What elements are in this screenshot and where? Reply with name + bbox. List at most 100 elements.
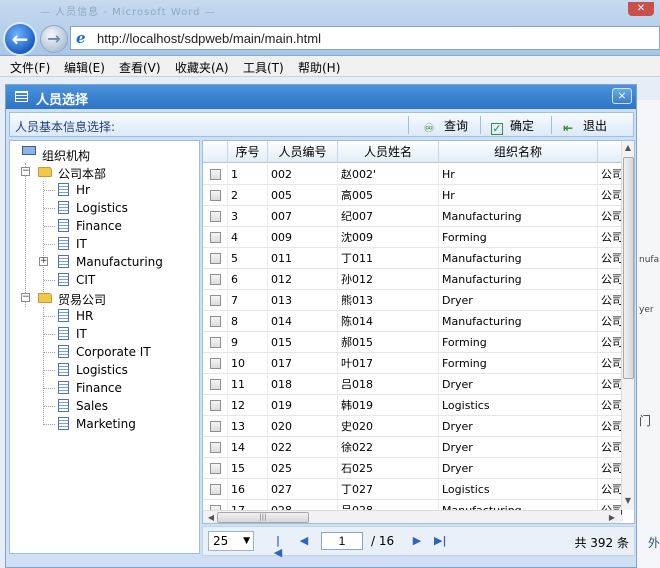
cell-index: 10 bbox=[228, 353, 268, 374]
row-checkbox[interactable] bbox=[210, 400, 221, 411]
table-row[interactable]: 2 005 高005 Hr 公司 bbox=[203, 185, 623, 206]
row-checkbox[interactable] bbox=[210, 484, 221, 495]
table-row[interactable]: 6 012 孙012 Manufacturing 公司 bbox=[203, 269, 623, 290]
row-checkbox[interactable] bbox=[210, 316, 221, 327]
cell-index: 4 bbox=[228, 227, 268, 248]
row-checkbox[interactable] bbox=[210, 190, 221, 201]
menu-tools[interactable]: 工具(T) bbox=[243, 59, 284, 76]
cell-index: 15 bbox=[228, 458, 268, 479]
table-row[interactable]: 10 017 叶017 Forming 公司 bbox=[203, 353, 623, 374]
cell-org-name: Forming bbox=[439, 227, 598, 248]
last-page-icon[interactable]: ▶| bbox=[434, 535, 446, 547]
row-checkbox[interactable] bbox=[210, 232, 221, 243]
table-row[interactable]: 1 002 赵002' Hr 公司 bbox=[203, 164, 623, 185]
table-row[interactable]: 9 015 郝015 Forming 公司 bbox=[203, 332, 623, 353]
first-page-icon[interactable]: |◀ bbox=[272, 535, 284, 559]
cell-extra: 公司 bbox=[598, 311, 623, 332]
row-checkbox[interactable] bbox=[210, 169, 221, 180]
row-checkbox[interactable] bbox=[210, 358, 221, 369]
table-row[interactable]: 16 027 丁027 Logistics 公司 bbox=[203, 479, 623, 500]
cell-extra: 公司 bbox=[598, 332, 623, 353]
dialog-titlebar[interactable]: 人员选择 × bbox=[6, 85, 636, 109]
scroll-down-icon[interactable]: ▼ bbox=[622, 496, 634, 505]
next-page-icon[interactable]: ▶ bbox=[411, 535, 423, 547]
table-row[interactable]: 12 019 韩019 Logistics 公司 bbox=[203, 395, 623, 416]
forward-button[interactable]: → bbox=[40, 25, 68, 53]
collapse-toggle[interactable]: − bbox=[21, 167, 30, 176]
scroll-right-icon[interactable]: ▶ bbox=[606, 513, 618, 522]
cell-org-name: Forming bbox=[439, 353, 598, 374]
vertical-scrollbar[interactable]: ▲ ▼ bbox=[621, 141, 634, 510]
table-row[interactable]: 11 018 吕018 Dryer 公司 bbox=[203, 374, 623, 395]
row-checkbox[interactable] bbox=[210, 421, 221, 432]
cell-person-name: 韩019 bbox=[338, 395, 439, 416]
header-extra[interactable] bbox=[598, 141, 623, 163]
table-row[interactable]: 8 014 陈014 Manufacturing 公司 bbox=[203, 311, 623, 332]
table-row[interactable]: 15 025 石025 Dryer 公司 bbox=[203, 458, 623, 479]
scroll-thumb[interactable] bbox=[623, 157, 634, 379]
cell-person-code: 025 bbox=[268, 458, 338, 479]
folder-open-icon bbox=[38, 167, 52, 177]
cell-person-name: 沈009 bbox=[338, 227, 439, 248]
cell-extra: 公司 bbox=[598, 458, 623, 479]
page-number-input[interactable]: 1 bbox=[321, 532, 363, 550]
toolbar-label: 人员基本信息选择: bbox=[15, 120, 116, 134]
scroll-thumb[interactable]: ||| bbox=[217, 512, 309, 523]
tree-line bbox=[44, 370, 55, 371]
page-size-select[interactable]: 25 ▼ bbox=[208, 531, 254, 551]
person-grid: 序号 人员编号 人员姓名 组织名称 1 002 赵002' Hr 公司 2 005 高005 H… bbox=[202, 140, 635, 524]
collapse-toggle[interactable]: − bbox=[21, 293, 30, 302]
cell-extra: 公司 bbox=[598, 479, 623, 500]
address-bar[interactable]: e http://localhost/sdpweb/main/main.html bbox=[70, 26, 660, 50]
prev-page-icon[interactable]: ◀ bbox=[298, 535, 310, 547]
tree-node-label: Manufacturing bbox=[76, 255, 163, 269]
menu-view[interactable]: 查看(V) bbox=[119, 59, 161, 76]
header-index[interactable]: 序号 bbox=[228, 141, 268, 163]
row-checkbox[interactable] bbox=[210, 337, 221, 348]
menu-edit[interactable]: 编辑(E) bbox=[64, 59, 105, 76]
table-row[interactable]: 5 011 丁011 Manufacturing 公司 bbox=[203, 248, 623, 269]
query-button[interactable]: ♾ 查询 bbox=[421, 117, 468, 135]
toolbar-divider bbox=[551, 116, 552, 134]
tree-node-label: IT bbox=[76, 237, 87, 251]
cell-person-code: 019 bbox=[268, 395, 338, 416]
cell-person-code: 017 bbox=[268, 353, 338, 374]
row-checkbox[interactable] bbox=[210, 295, 221, 306]
document-icon bbox=[58, 237, 69, 250]
table-row[interactable]: 14 022 徐022 Dryer 公司 bbox=[203, 437, 623, 458]
header-person-name[interactable]: 人员姓名 bbox=[338, 141, 439, 163]
header-select bbox=[203, 141, 228, 163]
row-checkbox[interactable] bbox=[210, 463, 221, 474]
document-icon bbox=[58, 327, 69, 340]
back-button[interactable]: ← bbox=[3, 22, 37, 56]
header-person-code[interactable]: 人员编号 bbox=[268, 141, 338, 163]
row-checkbox[interactable] bbox=[210, 253, 221, 264]
cell-org-name: Dryer bbox=[439, 437, 598, 458]
expand-toggle[interactable]: + bbox=[39, 257, 48, 266]
header-org-name[interactable]: 组织名称 bbox=[439, 141, 598, 163]
confirm-button[interactable]: ✓ 确定 bbox=[491, 117, 534, 135]
menu-help[interactable]: 帮助(H) bbox=[298, 59, 340, 76]
address-url[interactable]: http://localhost/sdpweb/main/main.html bbox=[97, 31, 321, 46]
table-row[interactable]: 13 020 史020 Dryer 公司 bbox=[203, 416, 623, 437]
window-close-button[interactable]: ✕ bbox=[628, 2, 654, 16]
cell-select bbox=[203, 395, 228, 416]
scroll-left-icon[interactable]: ◀ bbox=[205, 513, 217, 522]
row-checkbox[interactable] bbox=[210, 274, 221, 285]
exit-button[interactable]: ⇤ 退出 bbox=[560, 117, 607, 135]
table-row[interactable]: 7 013 熊013 Dryer 公司 bbox=[203, 290, 623, 311]
dialog-close-button[interactable]: × bbox=[612, 88, 632, 104]
menu-file[interactable]: 文件(F) bbox=[10, 59, 50, 76]
computer-icon bbox=[22, 146, 36, 155]
row-checkbox[interactable] bbox=[210, 442, 221, 453]
cell-index: 6 bbox=[228, 269, 268, 290]
cell-extra: 公司 bbox=[598, 248, 623, 269]
menu-favorites[interactable]: 收藏夹(A) bbox=[175, 59, 229, 76]
horizontal-scrollbar[interactable]: ◀ ||| ▶ bbox=[203, 510, 621, 523]
row-checkbox[interactable] bbox=[210, 211, 221, 222]
table-row[interactable]: 3 007 纪007 Manufacturing 公司 bbox=[203, 206, 623, 227]
cell-index: 8 bbox=[228, 311, 268, 332]
scroll-up-icon[interactable]: ▲ bbox=[622, 143, 634, 152]
table-row[interactable]: 4 009 沈009 Forming 公司 bbox=[203, 227, 623, 248]
row-checkbox[interactable] bbox=[210, 379, 221, 390]
